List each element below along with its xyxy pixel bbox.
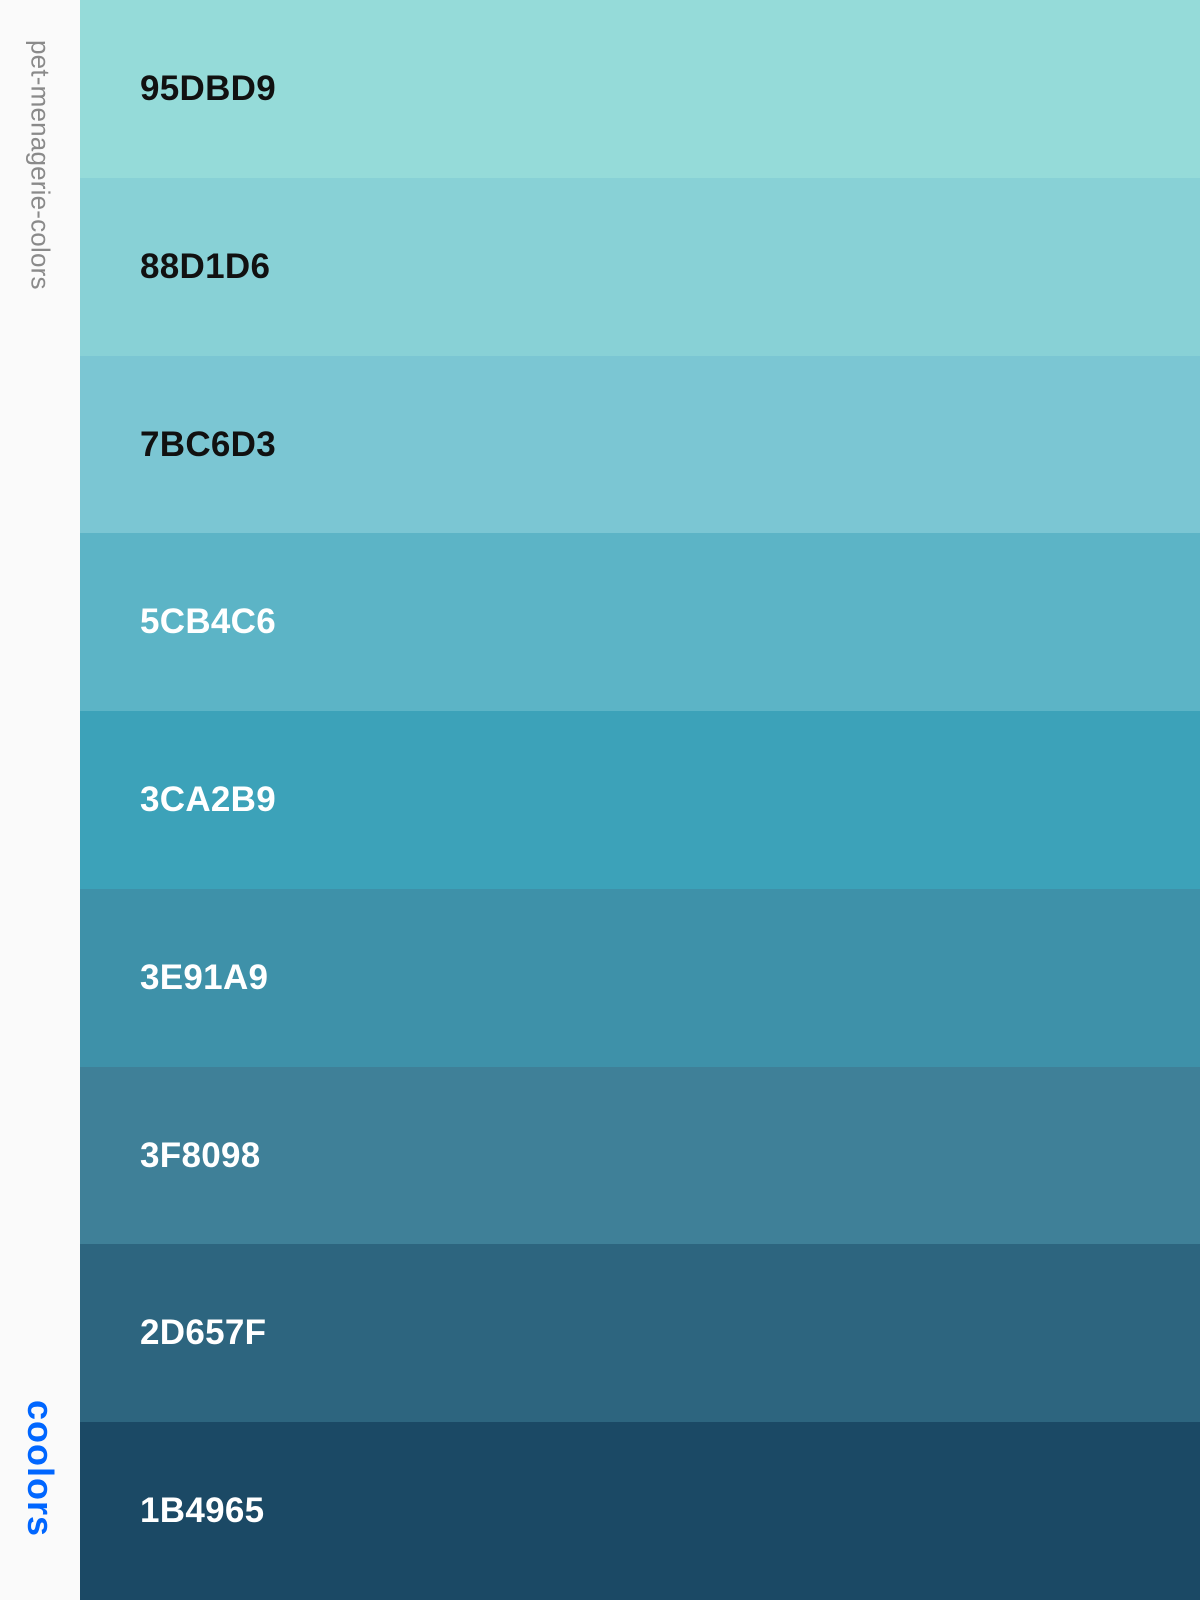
color-swatch[interactable]: 3F8098: [80, 1067, 1200, 1244]
color-swatch[interactable]: 5CB4C6: [80, 533, 1200, 711]
color-swatch[interactable]: 3CA2B9: [80, 711, 1200, 889]
sidebar: pet-menagerie-colors coolors: [0, 0, 80, 1600]
hex-code: 5CB4C6: [140, 602, 277, 641]
hex-code: 95DBD9: [140, 69, 277, 108]
color-swatch[interactable]: 2D657F: [80, 1244, 1200, 1422]
hex-code: 3CA2B9: [140, 780, 277, 819]
hex-code: 3F8098: [140, 1135, 261, 1175]
swatch-list: 95DBD9 88D1D6 7BC6D3 5CB4C6 3CA2B9 3E91A…: [80, 0, 1200, 1600]
color-swatch[interactable]: 1B4965: [80, 1422, 1200, 1600]
hex-code: 7BC6D3: [140, 424, 277, 464]
color-swatch[interactable]: 95DBD9: [80, 0, 1200, 178]
hex-code: 2D657F: [140, 1313, 267, 1352]
hex-code: 1B4965: [140, 1491, 265, 1530]
palette-name: pet-menagerie-colors: [25, 40, 56, 290]
color-swatch[interactable]: 88D1D6: [80, 178, 1200, 356]
hex-code: 3E91A9: [140, 958, 269, 997]
color-swatch[interactable]: 3E91A9: [80, 889, 1200, 1067]
color-swatch[interactable]: 7BC6D3: [80, 356, 1200, 533]
coolors-logo: coolors: [20, 1400, 61, 1538]
hex-code: 88D1D6: [140, 247, 271, 286]
